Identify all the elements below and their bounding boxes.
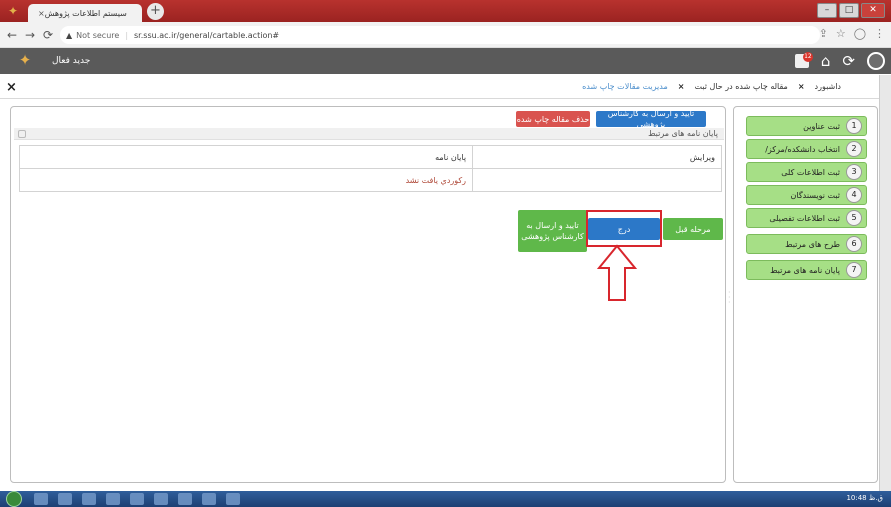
section-title: پایان نامه های مرتبط (14, 128, 724, 140)
resize-handle-icon[interactable]: · · · (728, 289, 732, 310)
taskbar-apps (34, 493, 240, 505)
taskbar-app-icon[interactable] (226, 493, 240, 505)
url-divider: | (125, 30, 129, 40)
step-label: ثبت نویسندگان (790, 190, 841, 200)
breadcrumb-article-in-progress[interactable]: مقاله چاپ شده در حال ثبت (694, 82, 787, 96)
taskbar-app-icon[interactable] (82, 493, 96, 505)
highlight-box (586, 210, 662, 247)
step-label: پایان نامه های مرتبط (770, 265, 840, 275)
taskbar-app-icon[interactable] (202, 493, 216, 505)
warning-icon: ▲ (66, 30, 73, 40)
send-to-expert-button[interactable]: تایید و ارسال به کارشناس پژوهشی (518, 210, 587, 252)
notification-icon[interactable]: 12 (794, 52, 813, 68)
taskbar-app-icon[interactable] (130, 493, 144, 505)
grid-toggle-icon[interactable] (18, 130, 26, 138)
maximize-icon[interactable]: □ (839, 3, 859, 18)
step-4[interactable]: 4 ثبت نویسندگان (746, 185, 867, 205)
breadcrumb: داشبورد × مقاله چاپ شده در حال ثبت × مدی… (582, 82, 841, 96)
university-logo-icon: ✦ (18, 51, 32, 69)
address-bar: ← → ⟳ ▲ Not secure | sr.ssu.ac.ir/genera… (0, 22, 891, 48)
taskbar-app-icon[interactable] (178, 493, 192, 505)
confirm-send-button[interactable]: تایید و ارسال به کارشناس پژوهشی (596, 109, 706, 129)
up-arrow-annotation-icon (596, 244, 638, 301)
step-3[interactable]: 3 ثبت اطلاعات کلی (746, 162, 867, 182)
step-label: طرح های مرتبط (785, 239, 840, 249)
windows-taskbar: 10:48 ق.ظ (0, 491, 891, 507)
taskbar-app-icon[interactable] (58, 493, 72, 505)
step-label: انتخاب دانشکده/مرکز/ (765, 144, 840, 154)
url-text: sr.ssu.ac.ir/general/cartable.action# (134, 30, 280, 40)
app-header: ✦ جدید فعال 12 ⌂ ⟳ (0, 48, 891, 74)
column-header-edit[interactable]: ویرایش (472, 145, 722, 169)
notification-badge: 12 (802, 52, 813, 62)
related-theses-table: پایان نامه ویرایش رکوردي يافت نشد (18, 145, 722, 192)
taskbar-app-icon[interactable] (106, 493, 120, 505)
step-number: 1 (846, 118, 862, 134)
reload-icon[interactable]: ⟳ (40, 27, 56, 43)
header-actions: 12 ⌂ ⟳ (794, 51, 885, 71)
step-label: ثبت اطلاعات تفصیلی (769, 213, 840, 223)
menu-kebab-icon[interactable]: ⋮ (874, 27, 885, 43)
tab-close-icon[interactable]: × (38, 9, 45, 18)
breadcrumb-manage-articles[interactable]: مدیریت مقالات چاپ شده (582, 82, 668, 96)
step-number: 2 (846, 141, 862, 157)
start-button-icon[interactable] (6, 491, 22, 507)
taskbar-clock[interactable]: 10:48 ق.ظ (846, 494, 883, 502)
browser-actions: ⇪ ☆ ◯ ⋮ (819, 27, 885, 43)
steps-panel: 1 ثبت عناوین 2 انتخاب دانشکده/مرکز/ 3 ثب… (733, 106, 878, 483)
empty-cell (472, 168, 722, 192)
step-number: 7 (846, 262, 862, 278)
column-header-thesis[interactable]: پایان نامه (18, 145, 474, 169)
security-label: Not secure (76, 30, 120, 40)
step-label: ثبت عناوین (803, 121, 840, 131)
breadcrumb-divider (0, 98, 891, 99)
new-tab-button[interactable]: + (147, 3, 164, 20)
profile-icon[interactable]: ◯ (854, 27, 866, 43)
window-controls: – □ ✕ (815, 3, 885, 19)
side-scroll-strip[interactable] (879, 75, 891, 495)
app-title: جدید فعال (52, 56, 91, 66)
browser-tab-strip: ✦ سیستم اطلاعات پژوهش × + ⌄ – □ ✕ (0, 0, 891, 22)
app-favicon-icon: ✦ (7, 4, 19, 18)
step-number: 6 (846, 236, 862, 252)
table-header-row: پایان نامه ویرایش (18, 145, 722, 169)
avatar[interactable] (867, 52, 885, 70)
breadcrumb-separator[interactable]: × (798, 82, 805, 96)
taskbar-chrome-icon[interactable] (154, 493, 168, 505)
breadcrumb-separator[interactable]: × (678, 82, 685, 96)
share-icon[interactable]: ⇪ (819, 27, 828, 43)
back-arrow-icon[interactable]: ← (4, 27, 20, 43)
taskbar-explorer-icon[interactable] (34, 493, 48, 505)
step-number: 4 (846, 187, 862, 203)
step-number: 5 (846, 210, 862, 226)
step-7[interactable]: 7 پایان نامه های مرتبط (746, 260, 867, 280)
step-6[interactable]: 6 طرح های مرتبط (746, 234, 867, 254)
step-2[interactable]: 2 انتخاب دانشکده/مرکز/ (746, 139, 867, 159)
step-5[interactable]: 5 ثبت اطلاعات تفصیلی (746, 208, 867, 228)
step-1[interactable]: 1 ثبت عناوین (746, 116, 867, 136)
refresh-icon[interactable]: ⟳ (842, 52, 855, 70)
table-row: رکوردي يافت نشد (18, 168, 722, 192)
tab-title: سیستم اطلاعات پژوهش (44, 8, 127, 18)
url-input[interactable]: ▲ Not secure | sr.ssu.ac.ir/general/cart… (60, 26, 820, 44)
home-icon[interactable]: ⌂ (821, 52, 831, 70)
no-record-message: رکوردي يافت نشد (18, 168, 474, 192)
window-close-icon[interactable]: ✕ (861, 3, 885, 18)
browser-tab[interactable]: سیستم اطلاعات پژوهش × (28, 4, 142, 22)
previous-step-button[interactable]: مرحله قبل (663, 218, 723, 240)
close-page-icon[interactable]: × (6, 80, 17, 95)
forward-arrow-icon[interactable]: → (22, 27, 38, 43)
bookmark-star-icon[interactable]: ☆ (836, 27, 846, 43)
step-label: ثبت اطلاعات کلی (781, 167, 840, 177)
delete-article-button[interactable]: حذف مقاله چاپ شده (516, 111, 590, 127)
minimize-icon[interactable]: – (817, 3, 837, 18)
breadcrumb-dashboard[interactable]: داشبورد (815, 82, 841, 96)
step-number: 3 (846, 164, 862, 180)
